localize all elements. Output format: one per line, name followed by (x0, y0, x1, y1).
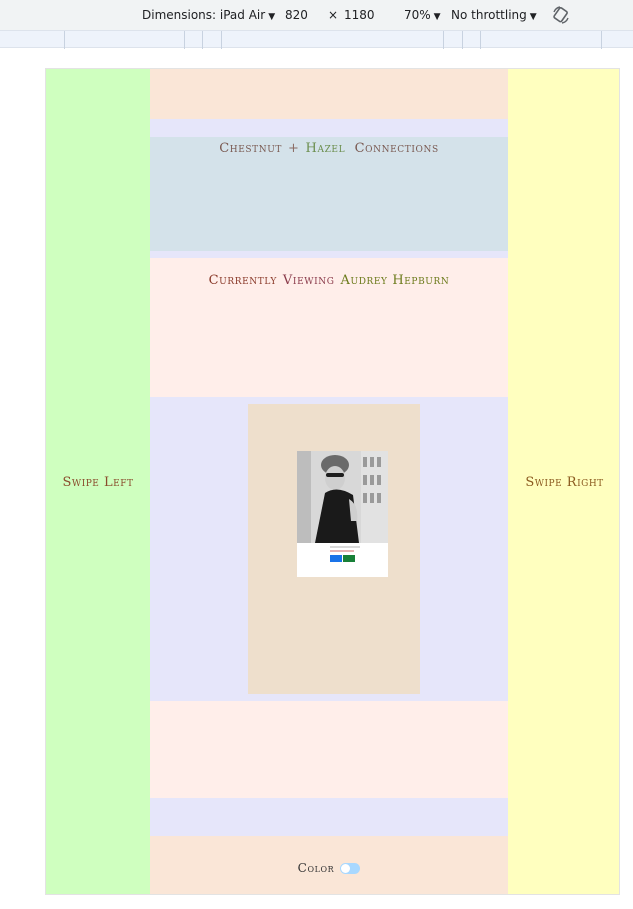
main-column: Chestnut + Hazel Connections Currently View… (150, 69, 508, 894)
header-band (150, 69, 508, 119)
title-part1: Chestnut (219, 141, 283, 156)
chevron-down-icon: ▼ (529, 12, 537, 22)
zoom-label: 70% (404, 8, 431, 22)
color-toggle-row: Color (150, 861, 508, 875)
chevron-down-icon: ▼ (433, 12, 441, 22)
dimension-separator: × (328, 8, 339, 22)
color-toggle-switch[interactable] (340, 862, 361, 874)
spacer-band (150, 119, 508, 137)
swipe-right-panel[interactable]: Swipe Right (508, 69, 619, 894)
chevron-down-icon: ▼ (268, 12, 276, 22)
ruler-tick (601, 31, 602, 49)
currently-viewing: Currently Viewing Audrey Hepburn (150, 273, 508, 288)
emulated-viewport: Swipe Left Chestnut + Hazel Connections Cu… (45, 68, 620, 895)
lower-band (150, 701, 508, 798)
ruler-tick (184, 31, 185, 49)
throttling-selector[interactable]: No throttling ▼ (451, 8, 537, 22)
swipe-right-label: Swipe Right (525, 475, 604, 490)
card-name-line (330, 546, 360, 548)
profile-photo (297, 451, 388, 543)
card-subtitle-line (330, 550, 354, 552)
viewing-verb: Viewing (282, 273, 335, 288)
devtools-device-toolbar: Dimensions: iPad Air ▼ 820 × 1180 70% ▼ No… (0, 0, 633, 30)
throttling-label: No throttling (451, 8, 527, 22)
swipe-left-label: Swipe Left (62, 475, 134, 490)
spacer-band (150, 251, 508, 258)
title-part2: Hazel (305, 141, 346, 156)
color-toggle-label: Color (297, 861, 335, 875)
ruler-tick (480, 31, 481, 49)
ruler-tick (202, 31, 203, 49)
zoom-selector[interactable]: 70% ▼ (404, 8, 441, 22)
toggle-knob (341, 863, 351, 873)
profile-card[interactable] (297, 451, 388, 577)
page-title: Chestnut + Hazel Connections (150, 141, 508, 156)
width-input[interactable]: 820 (285, 8, 308, 22)
height-input[interactable]: 1180 (344, 8, 375, 22)
card-green-button[interactable] (343, 555, 355, 562)
rotate-device-icon[interactable] (551, 5, 571, 25)
title-plus: + (288, 141, 300, 156)
swipe-left-panel[interactable]: Swipe Left (46, 69, 150, 894)
title-part3: Connections (354, 141, 439, 156)
viewing-name: Audrey Hepburn (340, 273, 450, 288)
card-blue-button[interactable] (330, 555, 342, 562)
spacer-band (150, 798, 508, 836)
device-selector[interactable]: Dimensions: iPad Air ▼ (142, 8, 275, 22)
media-query-ruler (0, 30, 633, 49)
ruler-tick (221, 31, 222, 49)
ruler-tick (462, 31, 463, 49)
ruler-tick (64, 31, 65, 49)
ruler-tick (443, 31, 444, 49)
viewing-label: Currently (208, 273, 277, 288)
device-label: Dimensions: iPad Air (142, 8, 266, 22)
